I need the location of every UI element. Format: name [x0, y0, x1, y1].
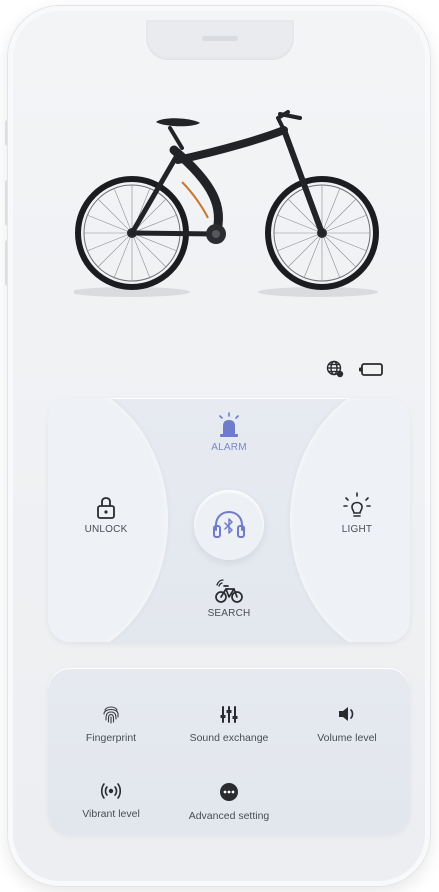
more-dots-icon — [220, 783, 238, 801]
advanced-setting-label: Advanced setting — [188, 810, 270, 822]
settings-panel: Fingerprint Sound exchange Volume level … — [48, 668, 410, 834]
search-button[interactable]: SEARCH — [198, 578, 260, 619]
sound-exchange-label: Sound exchange — [189, 732, 269, 744]
alarm-label: ALARM — [211, 442, 247, 453]
vibration-icon — [100, 783, 122, 799]
bluetooth-headphones-icon — [213, 511, 245, 538]
lightbulb-icon — [343, 492, 371, 517]
unlock-label: UNLOCK — [84, 524, 128, 535]
light-label: LIGHT — [341, 524, 373, 535]
control-panel: ALARM UNLOCK LIGHT SEARCH — [48, 398, 410, 642]
unlock-button[interactable]: UNLOCK — [76, 496, 136, 535]
light-button[interactable]: LIGHT — [328, 492, 386, 535]
alarm-button[interactable]: ALARM — [198, 412, 260, 453]
advanced-setting[interactable]: Advanced setting — [176, 782, 282, 822]
alarm-siren-icon — [219, 412, 239, 437]
search-label: SEARCH — [207, 608, 251, 619]
equalizer-icon — [220, 706, 238, 723]
battery-icon — [358, 360, 384, 383]
vibrant-level-label: Vibrant level — [82, 808, 140, 820]
sound-exchange-setting[interactable]: Sound exchange — [176, 704, 282, 744]
speaker-icon — [339, 707, 354, 721]
speaker-grille — [202, 36, 238, 41]
bike-signal-icon — [215, 579, 243, 603]
globe-icon[interactable] — [326, 360, 344, 383]
fingerprint-setting[interactable]: Fingerprint — [74, 704, 148, 744]
bike-image — [74, 110, 379, 297]
lock-icon — [97, 497, 115, 519]
bluetooth-connect-button[interactable] — [194, 490, 264, 560]
volume-level-setting[interactable]: Volume level — [306, 704, 388, 744]
volume-level-label: Volume level — [317, 732, 377, 744]
vibrant-level-setting[interactable]: Vibrant level — [74, 782, 148, 820]
phone-notch — [146, 20, 294, 60]
fingerprint-icon — [103, 706, 119, 724]
fingerprint-label: Fingerprint — [85, 732, 137, 744]
